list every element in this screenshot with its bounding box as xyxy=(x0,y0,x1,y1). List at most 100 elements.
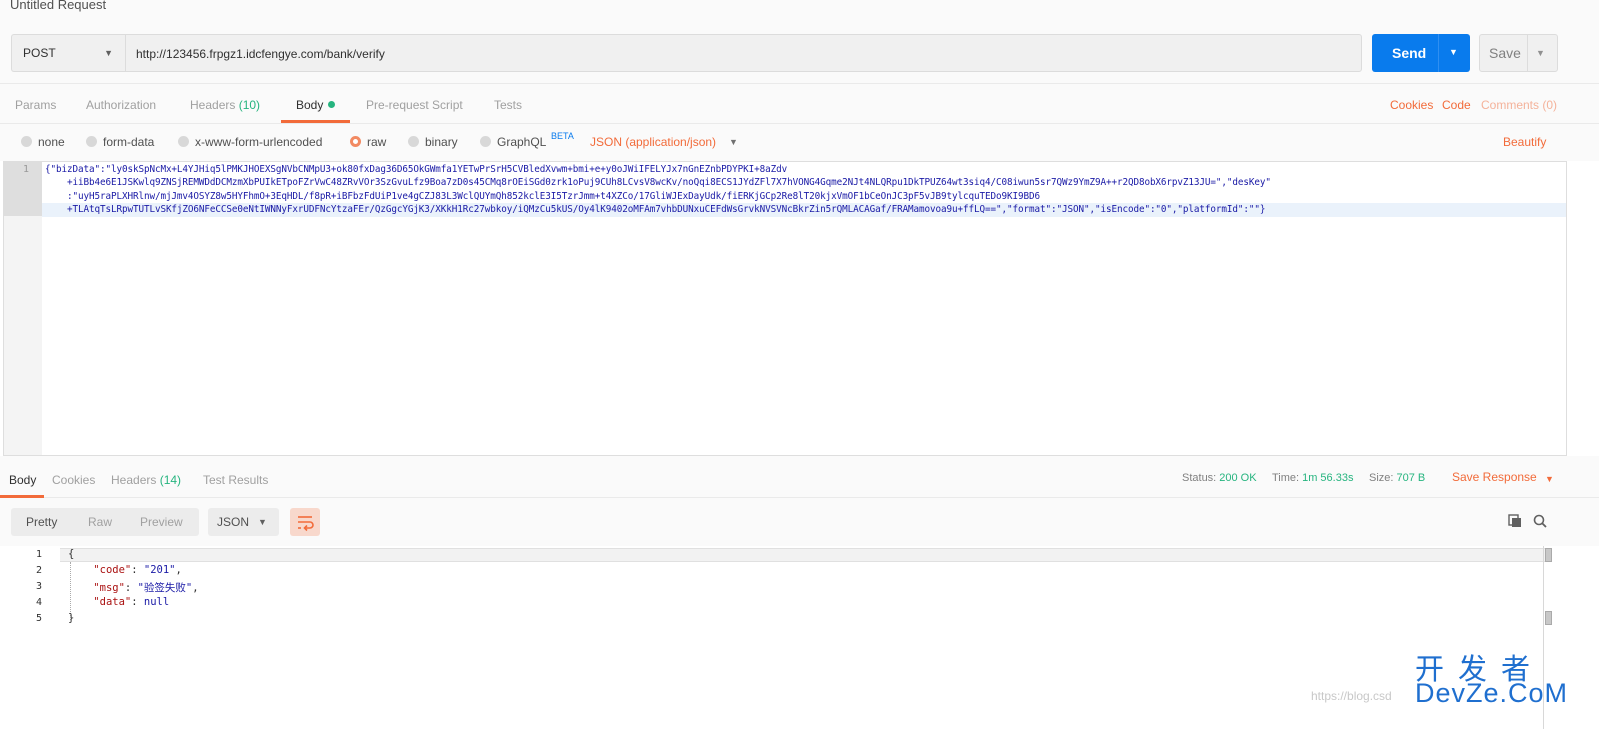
json-value: null xyxy=(143,596,170,608)
time-label: Time: xyxy=(1272,472,1300,484)
url-value: http://123456.frpgz1.idcfengye.com/bank/… xyxy=(136,47,385,61)
tab-params[interactable]: Params xyxy=(15,98,56,112)
response-format-label: JSON xyxy=(217,515,250,529)
radio-label: GraphQL xyxy=(497,135,547,149)
editor-gutter: 1 xyxy=(4,162,42,455)
chevron-down-icon: ▼ xyxy=(104,48,113,58)
tab-headers-label: Headers xyxy=(190,98,236,112)
watermark-logo-en: DevZe.CoM xyxy=(1415,678,1569,708)
response-tab-cookies[interactable]: Cookies xyxy=(52,473,95,487)
request-title[interactable]: Untitled Request xyxy=(10,0,106,12)
json-value: "验签失败" xyxy=(137,582,193,594)
tab-headers[interactable]: Headers (10) xyxy=(190,98,260,112)
tab-prerequest-script[interactable]: Pre-request Script xyxy=(366,98,463,112)
save-divider xyxy=(1527,35,1528,71)
radio-raw[interactable]: raw xyxy=(350,135,386,149)
response-format-select[interactable]: JSON ▼ xyxy=(208,508,279,536)
tab-body[interactable]: Body xyxy=(296,98,336,112)
radio-urlencoded[interactable]: x-www-form-urlencoded xyxy=(178,135,322,149)
radio-circle xyxy=(86,136,97,147)
code-line: {"bizData":"ly0skSpNcMx+L4YJHiq5lPMKJHOE… xyxy=(45,164,788,175)
beta-badge: BETA xyxy=(551,131,574,141)
title-bar: Untitled Request xyxy=(0,0,1599,22)
active-line-highlight xyxy=(60,548,1552,562)
radio-circle xyxy=(178,136,189,147)
view-mode-group: Pretty Raw Preview xyxy=(11,508,199,536)
size-value: 707 B xyxy=(1396,472,1426,484)
beautify-link[interactable]: Beautify xyxy=(1503,135,1546,149)
chevron-down-icon[interactable]: ▼ xyxy=(1545,474,1554,484)
radio-graphql[interactable]: GraphQL xyxy=(480,135,546,149)
line-number: 1 xyxy=(23,164,30,175)
size-readout: Size: 707 B xyxy=(1369,472,1425,484)
send-options-chevron-icon[interactable]: ▼ xyxy=(1449,47,1458,57)
radio-none[interactable]: none xyxy=(21,135,65,149)
wrap-lines-icon xyxy=(298,516,314,532)
scrollbar-thumb[interactable] xyxy=(1545,548,1552,562)
url-bar: POST ▼ http://123456.frpgz1.idcfengye.co… xyxy=(0,22,1599,84)
time-readout: Time: 1m 56.33s xyxy=(1272,472,1353,484)
view-preview-button[interactable]: Preview xyxy=(140,515,183,529)
copy-icon[interactable] xyxy=(1508,514,1522,528)
send-button[interactable]: Send ▼ xyxy=(1372,34,1470,72)
json-line: "code": "201", xyxy=(93,564,182,576)
content-type-select[interactable]: JSON (application/json) xyxy=(590,135,716,149)
response-tab-headers-label: Headers xyxy=(111,473,157,487)
json-line: { xyxy=(68,548,74,560)
radio-form-data[interactable]: form-data xyxy=(86,135,154,149)
request-tabs: Params Authorization Headers (10) Body P… xyxy=(0,84,1599,124)
json-key: "code" xyxy=(93,564,132,576)
json-key: "data" xyxy=(93,596,132,608)
code-line: +TLAtqTsLRpwTUTLvSKfjZO6NFeCCSe0eNtIWNNy… xyxy=(45,204,1266,215)
line-number: 3 xyxy=(36,581,43,592)
view-raw-button[interactable]: Raw xyxy=(88,515,112,529)
line-number: 1 xyxy=(36,549,43,560)
response-tab-test-results[interactable]: Test Results xyxy=(203,473,268,487)
tab-body-label: Body xyxy=(296,98,324,112)
response-tab-body[interactable]: Body xyxy=(9,473,36,487)
save-button[interactable]: Save ▼ xyxy=(1479,34,1558,72)
radio-label: none xyxy=(38,135,65,149)
code-line: +iiBb4e6E1JSKwlq9ZNSjREMWDdDCMzmXbPUIkET… xyxy=(45,177,1271,188)
radio-label: x-www-form-urlencoded xyxy=(195,135,323,149)
line-number: 5 xyxy=(36,613,43,624)
code-line: :"uyH5raPLXHRlnw/mjJmv4OSYZ8w5HYFhmO+3Eq… xyxy=(45,191,1040,202)
save-options-chevron-icon[interactable]: ▼ xyxy=(1536,48,1545,58)
response-toolbar: Pretty Raw Preview JSON ▼ xyxy=(0,498,1599,546)
radio-circle xyxy=(21,136,32,147)
json-line: "msg": "验签失败", xyxy=(93,582,199,594)
time-value: 1m 56.33s xyxy=(1302,472,1354,484)
line-number: 4 xyxy=(36,597,43,608)
radio-circle xyxy=(408,136,419,147)
radio-label: form-data xyxy=(103,135,155,149)
search-icon[interactable] xyxy=(1533,514,1547,528)
radio-circle-selected xyxy=(350,136,361,147)
status-label: Status: xyxy=(1182,472,1217,484)
radio-circle xyxy=(480,136,491,147)
radio-label: binary xyxy=(425,135,458,149)
code-link[interactable]: Code xyxy=(1442,98,1471,112)
scrollbar-marker xyxy=(1545,611,1552,625)
chevron-down-icon[interactable]: ▼ xyxy=(729,137,738,147)
view-pretty-button[interactable]: Pretty xyxy=(26,515,57,529)
radio-binary[interactable]: binary xyxy=(408,135,458,149)
response-tab-headers[interactable]: Headers (14) xyxy=(111,473,181,487)
wrap-lines-button[interactable] xyxy=(290,508,320,536)
request-body-editor[interactable]: 1 {"bizData":"ly0skSpNcMx+L4YJHiq5lPMKJH… xyxy=(3,161,1567,456)
json-key: "msg" xyxy=(93,582,125,594)
active-tab-underline xyxy=(281,120,350,123)
radio-label: raw xyxy=(367,135,387,149)
headers-count: (10) xyxy=(238,98,261,112)
url-input[interactable]: http://123456.frpgz1.idcfengye.com/bank/… xyxy=(125,34,1362,72)
comments-link[interactable]: Comments (0) xyxy=(1481,98,1557,112)
method-label: POST xyxy=(23,46,56,60)
cookies-link[interactable]: Cookies xyxy=(1390,98,1433,112)
json-line: } xyxy=(68,612,74,624)
tab-tests[interactable]: Tests xyxy=(494,98,522,112)
method-select[interactable]: POST ▼ xyxy=(11,34,125,72)
watermark-url: https://blog.csd xyxy=(1311,689,1392,703)
save-response-button[interactable]: Save Response xyxy=(1452,470,1537,484)
json-value: "201" xyxy=(143,564,176,576)
status-value: 200 OK xyxy=(1219,472,1257,484)
tab-authorization[interactable]: Authorization xyxy=(86,98,156,112)
